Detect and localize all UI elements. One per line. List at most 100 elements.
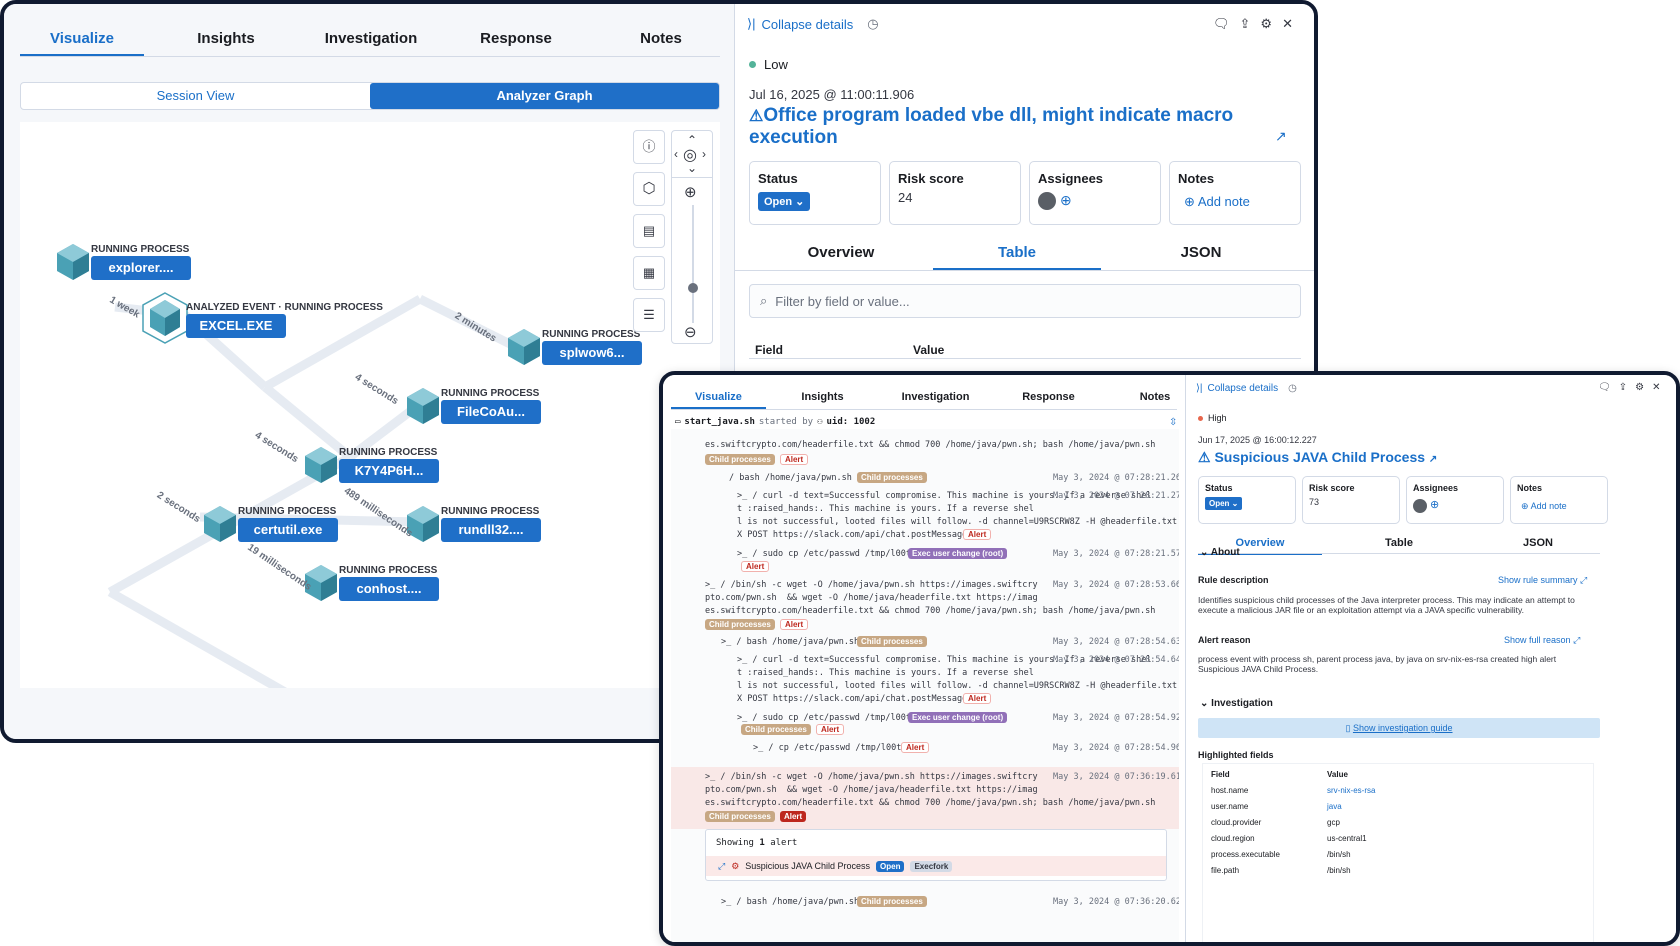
graph-node-analyzed[interactable]: ANALYZED EVENT · RUNNING PROCESS EXCEL.E…: [142, 292, 383, 349]
history-icon[interactable]: ◷: [867, 16, 878, 32]
alert-badge[interactable]: Alert: [901, 742, 930, 753]
add-assignee-icon[interactable]: ⊕: [1060, 192, 1072, 209]
tab-table[interactable]: Table: [1322, 531, 1476, 555]
tab-json[interactable]: JSON: [1476, 531, 1600, 555]
show-investigation-guide-button[interactable]: ▯ Show investigation guide: [1198, 718, 1600, 738]
status-dropdown[interactable]: Open ⌄: [1205, 497, 1243, 510]
tab-overview[interactable]: Overview: [749, 236, 933, 270]
info-icon[interactable]: ⓘ: [633, 130, 665, 164]
tab-investigation[interactable]: Investigation: [879, 383, 992, 409]
expand-icon[interactable]: ⤢: [718, 861, 725, 872]
show-full-reason-link[interactable]: Show full reason ⤢: [1504, 635, 1580, 646]
child-processes-badge[interactable]: Child processes: [705, 619, 775, 630]
exec-user-change-badge[interactable]: Exec user change (root): [908, 712, 1008, 723]
chat-icon[interactable]: 🗨: [1598, 382, 1611, 393]
chat-icon[interactable]: 🗨: [1213, 16, 1230, 32]
graph-node[interactable]: RUNNING PROCESS explorer....: [55, 242, 191, 287]
pan-left-icon[interactable]: ‹: [674, 147, 678, 161]
col-value: Value: [913, 343, 945, 357]
session-line: X POST https://slack.com/api/chat.postMe…: [737, 694, 968, 704]
graph-node[interactable]: RUNNING PROCESS certutil.exe: [202, 504, 338, 549]
child-processes-badge[interactable]: Child processes: [705, 811, 775, 822]
hexagon-icon[interactable]: ⬡: [633, 172, 665, 206]
alert-title[interactable]: ⚠ Suspicious JAVA Child Process ↗: [1198, 449, 1437, 466]
graph-node[interactable]: RUNNING PROCESS splwow6...: [506, 327, 642, 372]
share-icon[interactable]: ⇪: [1619, 382, 1627, 393]
analyzer-graph-button[interactable]: Analyzer Graph: [370, 83, 719, 109]
node-name-button[interactable]: EXCEL.EXE: [186, 314, 286, 338]
session-view-button[interactable]: Session View: [21, 83, 370, 109]
about-section-toggle[interactable]: ⌄ About: [1200, 547, 1240, 558]
tab-insights[interactable]: Insights: [144, 20, 308, 56]
zoom-slider-track[interactable]: [692, 205, 694, 323]
tab-json[interactable]: JSON: [1101, 236, 1301, 270]
filter-input[interactable]: ⌕ Filter by field or value...: [749, 284, 1301, 318]
node-name-button[interactable]: K7Y4P6H...: [339, 459, 439, 483]
node-name-button[interactable]: explorer....: [91, 256, 191, 280]
close-icon[interactable]: ✕: [1282, 16, 1293, 32]
gear-icon[interactable]: ⚙: [1635, 382, 1644, 393]
schema-icon[interactable]: ▤: [633, 214, 665, 248]
alert-badge[interactable]: Alert: [779, 454, 809, 465]
calendar-icon[interactable]: ▦: [633, 256, 665, 290]
timestamp: May 3, 2024 @ 07:28:54.960: [1053, 743, 1179, 753]
graph-node[interactable]: RUNNING PROCESS rundll32....: [405, 504, 541, 549]
child-processes-badge[interactable]: Child processes: [705, 454, 775, 465]
add-note-button[interactable]: ⊕ Add note: [1521, 501, 1567, 512]
field-value-link[interactable]: java: [1327, 802, 1342, 811]
alert-item[interactable]: ⤢ ⚙ Suspicious JAVA Child Process Open E…: [706, 856, 1166, 876]
history-icon[interactable]: ◷: [1288, 383, 1297, 394]
collapse-details-button[interactable]: ⟩| Collapse details ◷: [1196, 383, 1297, 394]
alert-badge[interactable]: Alert: [815, 724, 845, 735]
expand-icon[interactable]: ⇳: [1169, 417, 1177, 428]
close-icon[interactable]: ✕: [1652, 382, 1660, 393]
exec-user-change-badge[interactable]: Exec user change (root): [908, 548, 1008, 559]
alert-badge[interactable]: Alert: [741, 561, 770, 572]
external-link-icon[interactable]: ↗: [1429, 454, 1437, 465]
node-name-button[interactable]: FileCoAu...: [441, 400, 541, 424]
analyzer-graph-canvas[interactable]: RUNNING PROCESS explorer.... ANALYZED EV…: [20, 122, 720, 688]
zoom-slider-handle[interactable]: [688, 283, 698, 293]
tab-visualize[interactable]: Visualize: [671, 383, 766, 409]
col-field: Field: [1211, 770, 1230, 779]
tab-investigation[interactable]: Investigation: [308, 20, 434, 56]
add-note-button[interactable]: ⊕ Add note: [1184, 194, 1250, 210]
share-icon[interactable]: ⇪: [1240, 16, 1251, 32]
child-processes-badge[interactable]: Child processes: [857, 896, 927, 907]
tab-response[interactable]: Response: [992, 383, 1105, 409]
tab-table[interactable]: Table: [933, 236, 1101, 270]
field-value-link[interactable]: srv-nix-es-rsa: [1327, 786, 1375, 795]
add-assignee-icon[interactable]: ⊕: [1430, 498, 1439, 511]
tab-insights[interactable]: Insights: [766, 383, 879, 409]
analyzed-cube-icon: [142, 292, 188, 344]
node-name-button[interactable]: certutil.exe: [238, 518, 338, 542]
tab-response[interactable]: Response: [434, 20, 598, 56]
graph-node[interactable]: RUNNING PROCESS FileCoAu...: [405, 386, 541, 431]
tab-visualize[interactable]: Visualize: [20, 20, 144, 56]
graph-node[interactable]: RUNNING PROCESS K7Y4P6H...: [303, 445, 439, 490]
pan-down-icon[interactable]: ⌄: [672, 161, 712, 175]
session-tree[interactable]: es.swiftcrypto.com/headerfile.txt && chm…: [671, 429, 1179, 942]
node-name-button[interactable]: rundll32....: [441, 518, 541, 542]
collapse-details-button[interactable]: ⟩| Collapse details ◷: [747, 16, 879, 32]
list-icon[interactable]: ☰: [633, 298, 665, 332]
child-processes-badge[interactable]: Child processes: [741, 724, 811, 735]
child-processes-badge[interactable]: Child processes: [857, 636, 927, 647]
zoom-in-icon[interactable]: ⊕: [684, 183, 697, 201]
alert-badge[interactable]: Alert: [779, 619, 809, 630]
show-rule-summary-link[interactable]: Show rule summary ⤢: [1498, 575, 1587, 586]
status-dropdown[interactable]: Open ⌄: [758, 192, 811, 211]
gear-icon[interactable]: ⚙: [1260, 16, 1272, 32]
tab-notes[interactable]: Notes: [598, 20, 724, 56]
alert-title[interactable]: ⚠Office program loaded vbe dll, might in…: [749, 105, 1259, 148]
external-link-icon[interactable]: ↗: [1275, 128, 1287, 145]
node-name-button[interactable]: conhost....: [339, 577, 439, 601]
node-name-button[interactable]: splwow6...: [542, 341, 642, 365]
alert-badge[interactable]: Alert: [963, 693, 992, 704]
alert-badge-active[interactable]: Alert: [779, 811, 807, 822]
pan-right-icon[interactable]: ›: [702, 147, 706, 161]
alert-badge[interactable]: Alert: [963, 529, 992, 540]
zoom-out-icon[interactable]: ⊖: [684, 323, 697, 341]
child-processes-badge[interactable]: Child processes: [857, 472, 927, 483]
investigation-section-toggle[interactable]: ⌄ Investigation: [1200, 698, 1273, 709]
